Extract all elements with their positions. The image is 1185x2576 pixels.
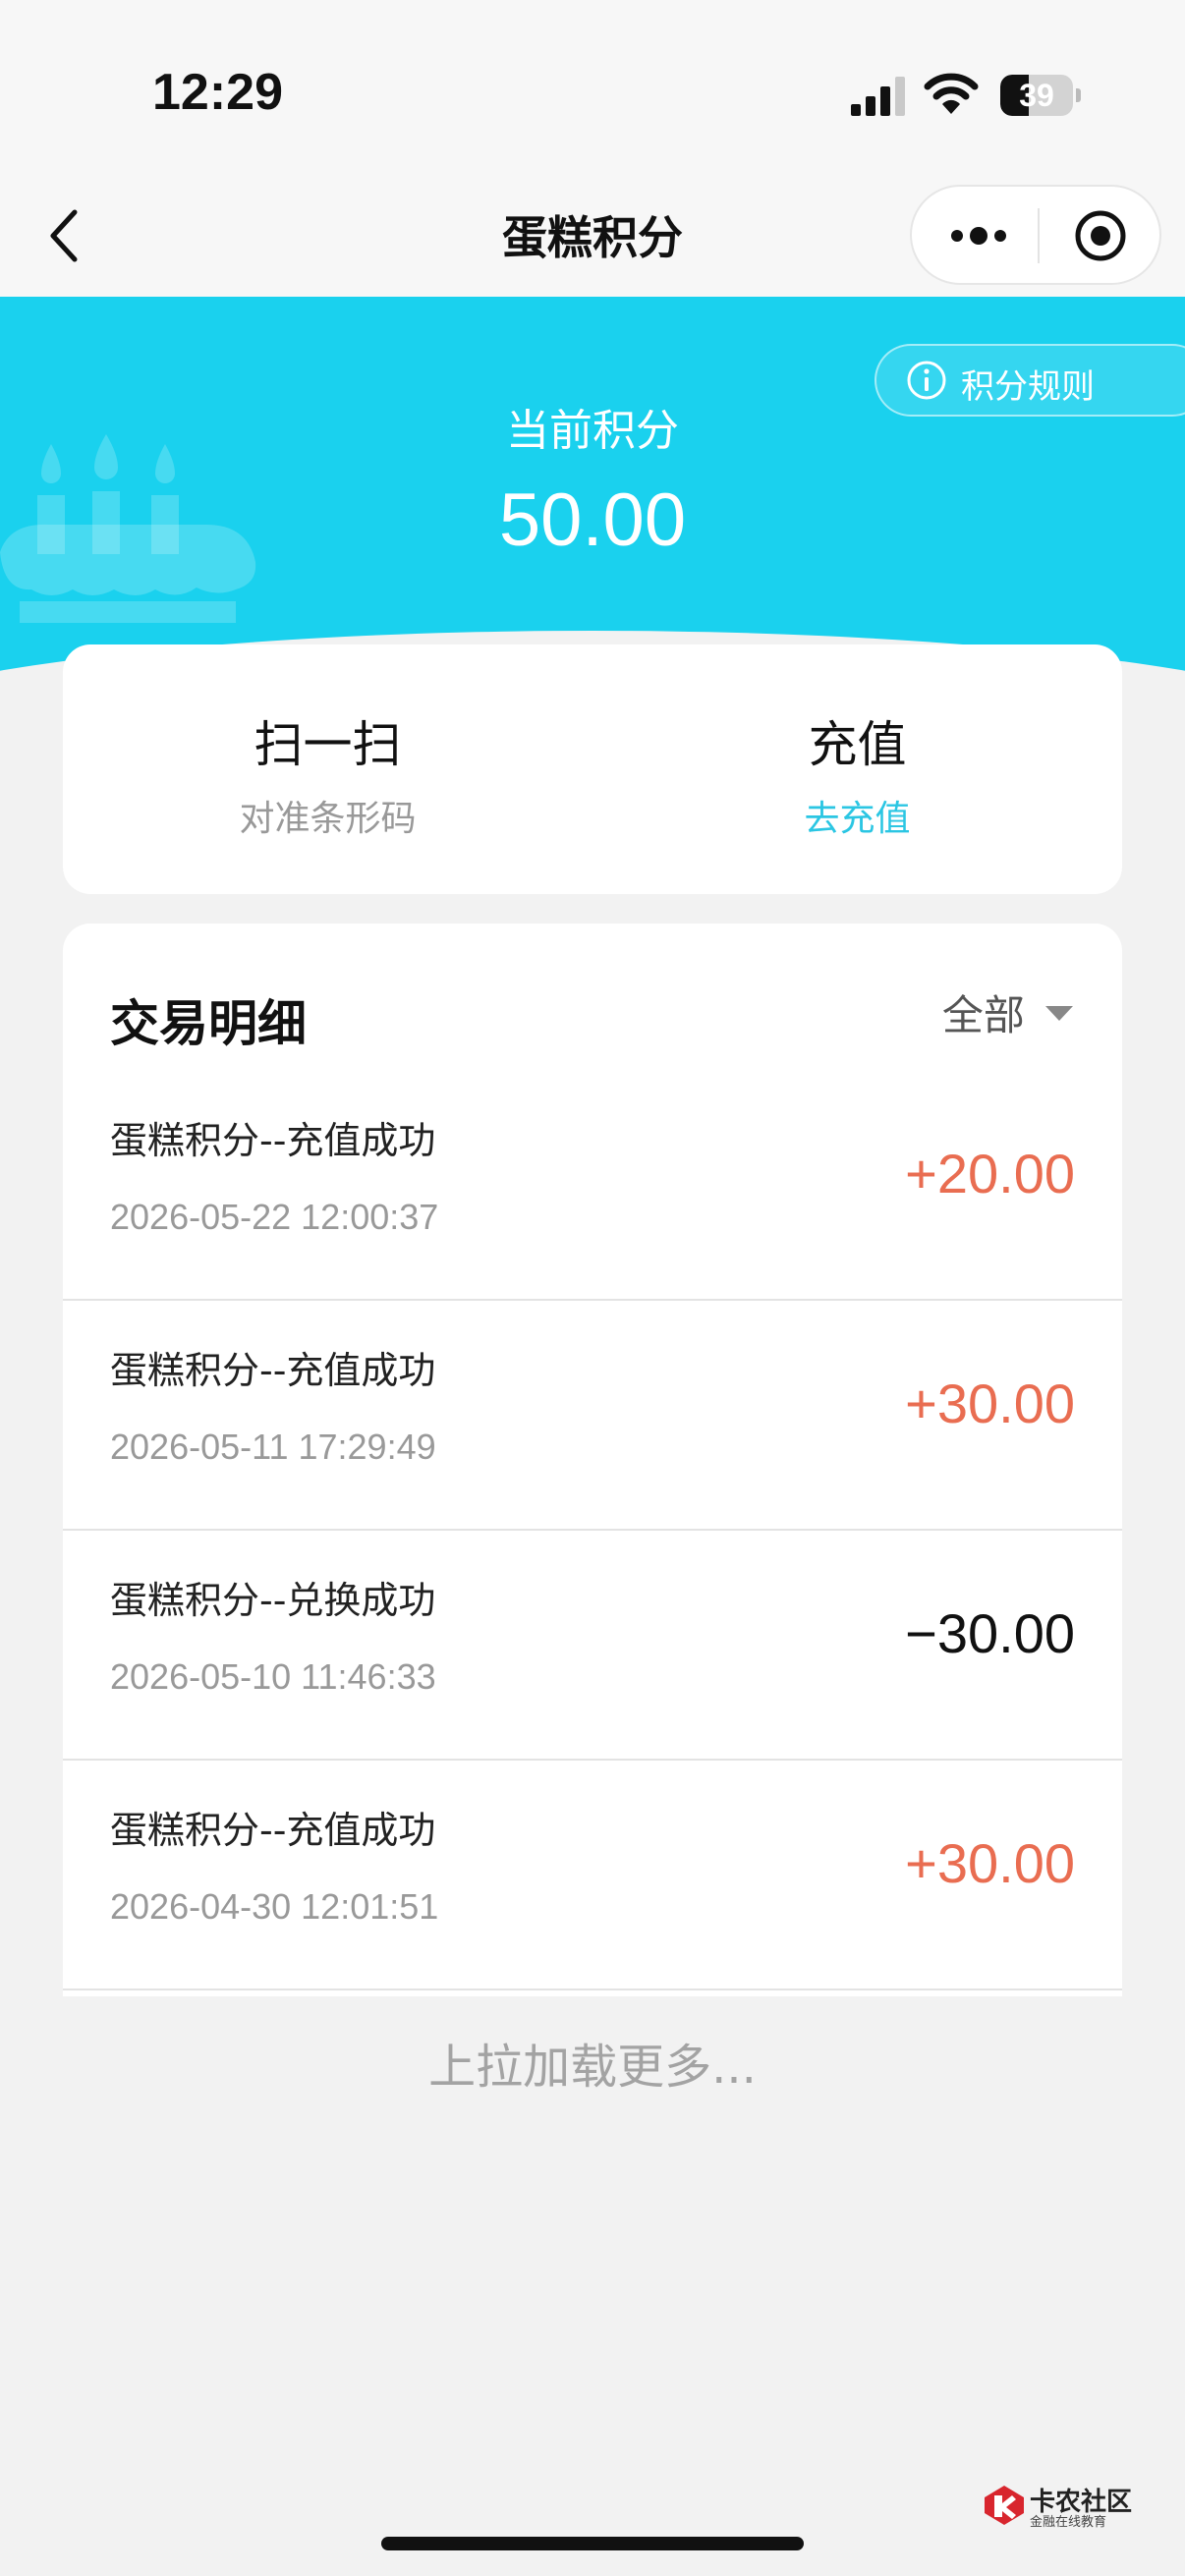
current-points-value: 50.00	[498, 478, 687, 562]
caret-down-icon	[1045, 1005, 1073, 1021]
filter-label: 全部	[941, 991, 1025, 1039]
transaction-time: 2026-05-10 11:46:33	[110, 1656, 436, 1697]
transactions-title: 交易明细	[110, 995, 307, 1052]
battery-percentage: 39	[1019, 78, 1054, 113]
battery-icon: 39	[1000, 75, 1081, 116]
nav-bar: 蛋糕积分	[0, 177, 1185, 297]
home-indicator	[381, 2537, 804, 2550]
transactions-filter-dropdown[interactable]: 全部	[942, 982, 1075, 1041]
action-card: 扫一扫 对准条形码 充值 去充值	[63, 644, 1122, 894]
transaction-row[interactable]: 蛋糕积分--充值成功 2026-05-22 12:00:37 +20.00	[63, 1071, 1122, 1301]
transaction-name: 蛋糕积分--充值成功	[110, 1809, 436, 1852]
transaction-amount: +30.00	[905, 1832, 1075, 1894]
watermark-logo-icon	[985, 2486, 1024, 2525]
transaction-name: 蛋糕积分--兑换成功	[110, 1579, 436, 1622]
transactions-card: 交易明细 全部 蛋糕积分--充值成功 2026-05-22 12:00:37 +…	[63, 924, 1122, 1996]
cellular-signal-icon	[851, 77, 905, 116]
transactions-list: 蛋糕积分--充值成功 2026-05-22 12:00:37 +20.00 蛋糕…	[63, 1071, 1122, 1990]
close-miniprogram-icon[interactable]	[1073, 208, 1128, 263]
transaction-name: 蛋糕积分--充值成功	[110, 1349, 436, 1392]
transaction-time: 2026-05-22 12:00:37	[110, 1197, 439, 1237]
transaction-amount: −30.00	[905, 1602, 1075, 1664]
watermark: 卡农社区 金融在线教育	[983, 2480, 1140, 2533]
transaction-row[interactable]: 蛋糕积分--充值成功 2026-05-11 17:29:49 +30.00	[63, 1301, 1122, 1531]
battery-cap	[1076, 88, 1081, 102]
status-bar: 12:29 39	[0, 0, 1185, 177]
watermark-subtitle: 金融在线教育	[1030, 2515, 1107, 2530]
scan-title: 扫一扫	[254, 716, 402, 773]
recharge-title: 充值	[808, 716, 907, 773]
transaction-name: 蛋糕积分--充值成功	[110, 1119, 436, 1162]
more-options-icon[interactable]	[947, 216, 1010, 255]
transaction-time: 2026-04-30 12:01:51	[110, 1886, 439, 1927]
recharge-action[interactable]: 充值 去充值	[592, 644, 1122, 894]
transaction-time: 2026-05-11 17:29:49	[110, 1427, 436, 1467]
load-more-hint: 上拉加载更多...	[428, 2040, 757, 2095]
capsule-divider	[1038, 208, 1040, 263]
status-time: 12:29	[152, 64, 283, 121]
recharge-link[interactable]: 去充值	[592, 790, 1122, 841]
transaction-amount: +20.00	[905, 1143, 1075, 1204]
transaction-amount: +30.00	[905, 1372, 1075, 1434]
transaction-row[interactable]: 蛋糕积分--充值成功 2026-04-30 12:01:51 +30.00	[63, 1761, 1122, 1990]
miniprogram-capsule	[910, 185, 1161, 285]
battery-body: 39	[1000, 75, 1073, 116]
scan-action[interactable]: 扫一扫 对准条形码	[63, 644, 592, 894]
scan-subtitle: 对准条形码	[239, 799, 417, 839]
transaction-row[interactable]: 蛋糕积分--兑换成功 2026-05-10 11:46:33 −30.00	[63, 1531, 1122, 1761]
current-points-label: 当前积分	[506, 406, 679, 456]
page: 12:29 39 蛋糕积分 积分规则 当前积分 50.00 扫一扫 对准条形码 …	[0, 0, 1185, 2576]
wifi-icon	[924, 73, 979, 114]
